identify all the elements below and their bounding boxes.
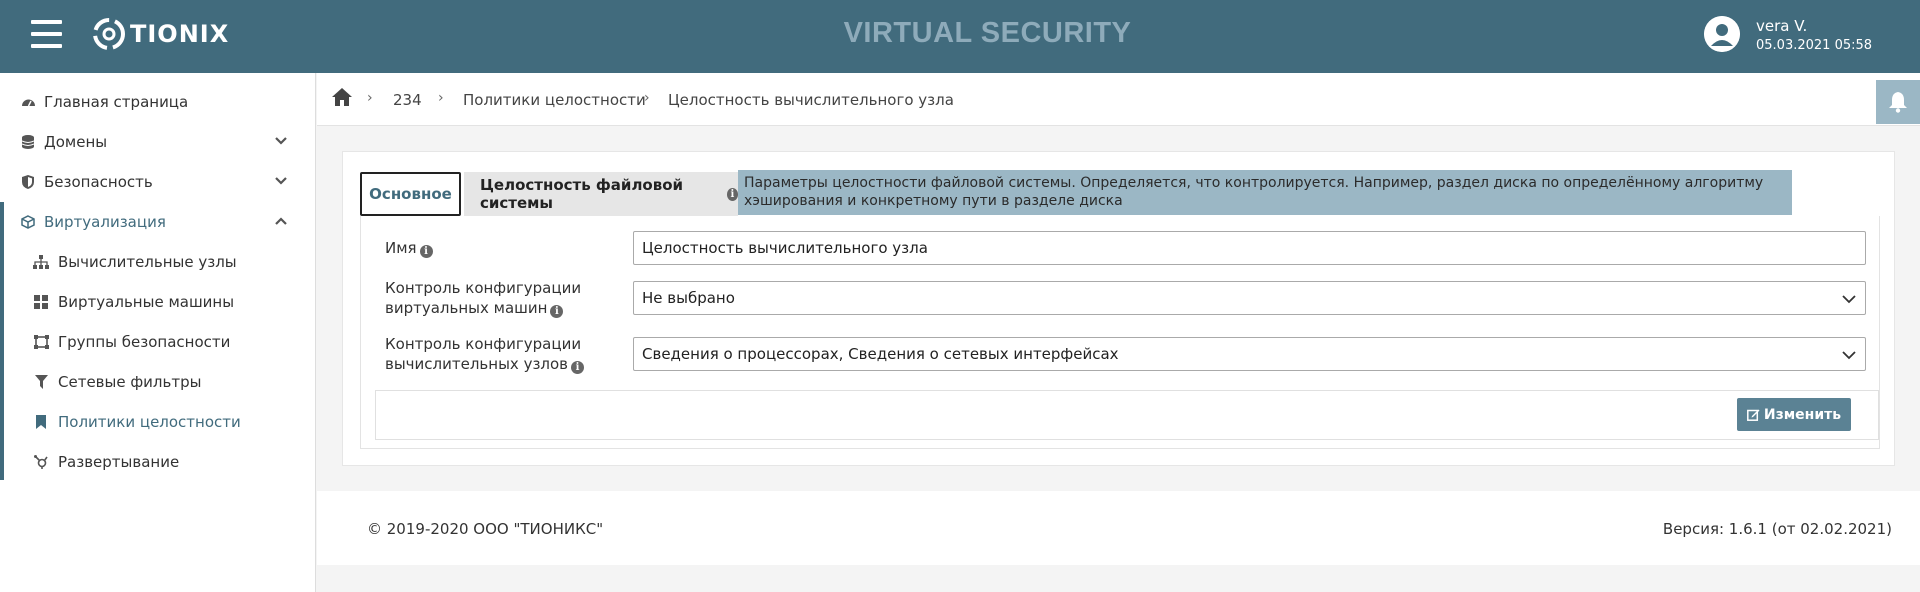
tooltip: Параметры целостности файловой системы. … <box>738 170 1792 215</box>
sidebar-item-security[interactable]: Безопасность <box>0 162 316 202</box>
info-icon[interactable]: i <box>726 187 738 201</box>
breadcrumb-separator: › <box>644 90 650 106</box>
label-text: Контроль конфигурации <box>385 279 582 297</box>
sidebar-item-label: Развертывание <box>58 453 180 471</box>
chevron-down-icon[interactable] <box>274 134 288 148</box>
sidebar-item-label: Группы безопасности <box>58 333 231 351</box>
sidebar-item-label: Виртуализация <box>44 213 166 231</box>
sidebar-item-domains[interactable]: Домены <box>0 122 316 162</box>
sidebar-item-label: Домены <box>44 133 108 151</box>
sidebar-item-network-filters[interactable]: Сетевые фильтры <box>0 362 316 402</box>
tab-main[interactable]: Основное <box>360 172 461 216</box>
breadcrumb-separator: › <box>438 90 444 106</box>
name-input[interactable]: Целостность вычислительного узла <box>633 231 1866 265</box>
breadcrumb-item[interactable]: Политики целостности <box>463 91 646 109</box>
node-config-label: Контроль конфигурации вычислительных узл… <box>385 334 585 374</box>
breadcrumb-current: Целостность вычислительного узла <box>668 91 954 109</box>
version: Версия: 1.6.1 (от 02.02.2021) <box>1662 520 1892 538</box>
tab-filesystem-integrity[interactable]: Целостность файловой системы i <box>464 172 738 216</box>
sidebar-item-label: Вычислительные узлы <box>58 253 237 271</box>
node-config-select[interactable]: Сведения о процессорах, Сведения о сетев… <box>633 337 1866 371</box>
user-avatar-icon[interactable] <box>1704 16 1740 52</box>
user-date: 05.03.2021 05:58 <box>1756 38 1873 53</box>
sidebar-item-home[interactable]: Главная страница <box>0 82 316 122</box>
deploy-icon <box>33 454 49 470</box>
sidebar: Главная страница Домены Безопасность Вир… <box>0 73 316 592</box>
sidebar-item-vms[interactable]: Виртуальные машины <box>0 282 316 322</box>
sidebar-item-label: Сетевые фильтры <box>58 373 202 391</box>
copyright: © 2019-2020 ООО "ТИОНИКС" <box>367 520 604 538</box>
label-text: виртуальных машин <box>385 299 548 317</box>
info-icon[interactable]: i <box>550 305 564 318</box>
sidebar-item-label: Безопасность <box>44 173 153 191</box>
sidebar-item-label: Виртуальные машины <box>58 293 235 311</box>
user-name[interactable]: vera V. <box>1756 17 1807 35</box>
top-header: TIONIX VIRTUAL SECURITY vera V. 05.03.20… <box>0 0 1920 73</box>
sidebar-item-label: Главная страница <box>44 93 189 111</box>
policy-card: Основное Целостность файловой системы i … <box>342 151 1895 466</box>
select-value: Не выбрано <box>642 289 735 307</box>
tab-label: Целостность файловой системы <box>480 176 684 212</box>
info-icon[interactable]: i <box>571 361 585 374</box>
dashboard-icon <box>20 94 36 110</box>
home-icon[interactable] <box>331 87 353 107</box>
shield-icon <box>20 174 36 190</box>
sidebar-item-integrity-policies[interactable]: Политики целостности <box>0 402 316 442</box>
vm-config-select[interactable]: Не выбрано <box>633 281 1866 315</box>
select-value: Сведения о процессорах, Сведения о сетев… <box>642 345 1119 363</box>
bookmark-icon <box>33 414 49 430</box>
notifications-button[interactable] <box>1876 80 1920 124</box>
chevron-down-icon[interactable] <box>274 174 288 188</box>
chevron-up-icon[interactable] <box>274 214 288 228</box>
breadcrumb: › 234 › Политики целостности › Целостнос… <box>317 73 1920 126</box>
sidebar-item-security-groups[interactable]: Группы безопасности <box>0 322 316 362</box>
app-title: VIRTUAL SECURITY <box>843 17 1132 49</box>
database-icon <box>20 134 36 150</box>
chevron-down-icon <box>1842 351 1856 360</box>
bell-icon <box>1889 92 1907 113</box>
cube-icon <box>20 214 36 230</box>
action-bar: Изменить <box>375 390 1879 440</box>
edit-icon <box>1746 409 1760 421</box>
group-icon <box>33 334 49 350</box>
sidebar-item-deployment[interactable]: Развертывание <box>0 442 316 482</box>
footer: © 2019-2020 ООО "ТИОНИКС" Версия: 1.6.1 … <box>317 491 1920 565</box>
filter-icon <box>33 374 49 390</box>
info-icon[interactable]: i <box>419 245 433 258</box>
grid-icon <box>33 294 49 310</box>
button-label: Изменить <box>1763 406 1842 423</box>
name-label: Имя i <box>385 238 433 258</box>
chevron-down-icon <box>1842 295 1856 304</box>
sidebar-item-compute-nodes[interactable]: Вычислительные узлы <box>0 242 316 282</box>
label-text: Контроль конфигурации <box>385 335 582 353</box>
breadcrumb-item[interactable]: 234 <box>393 91 422 109</box>
edit-button[interactable]: Изменить <box>1737 398 1851 431</box>
vm-config-label: Контроль конфигурации виртуальных машин i <box>385 278 581 318</box>
label-text: вычислительных узлов <box>385 355 569 373</box>
label-text: Имя <box>385 239 417 257</box>
sitemap-icon <box>33 254 49 270</box>
breadcrumb-separator: › <box>367 90 373 106</box>
sidebar-item-virtualization[interactable]: Виртуализация <box>0 202 316 242</box>
sidebar-item-label: Политики целостности <box>58 413 241 431</box>
